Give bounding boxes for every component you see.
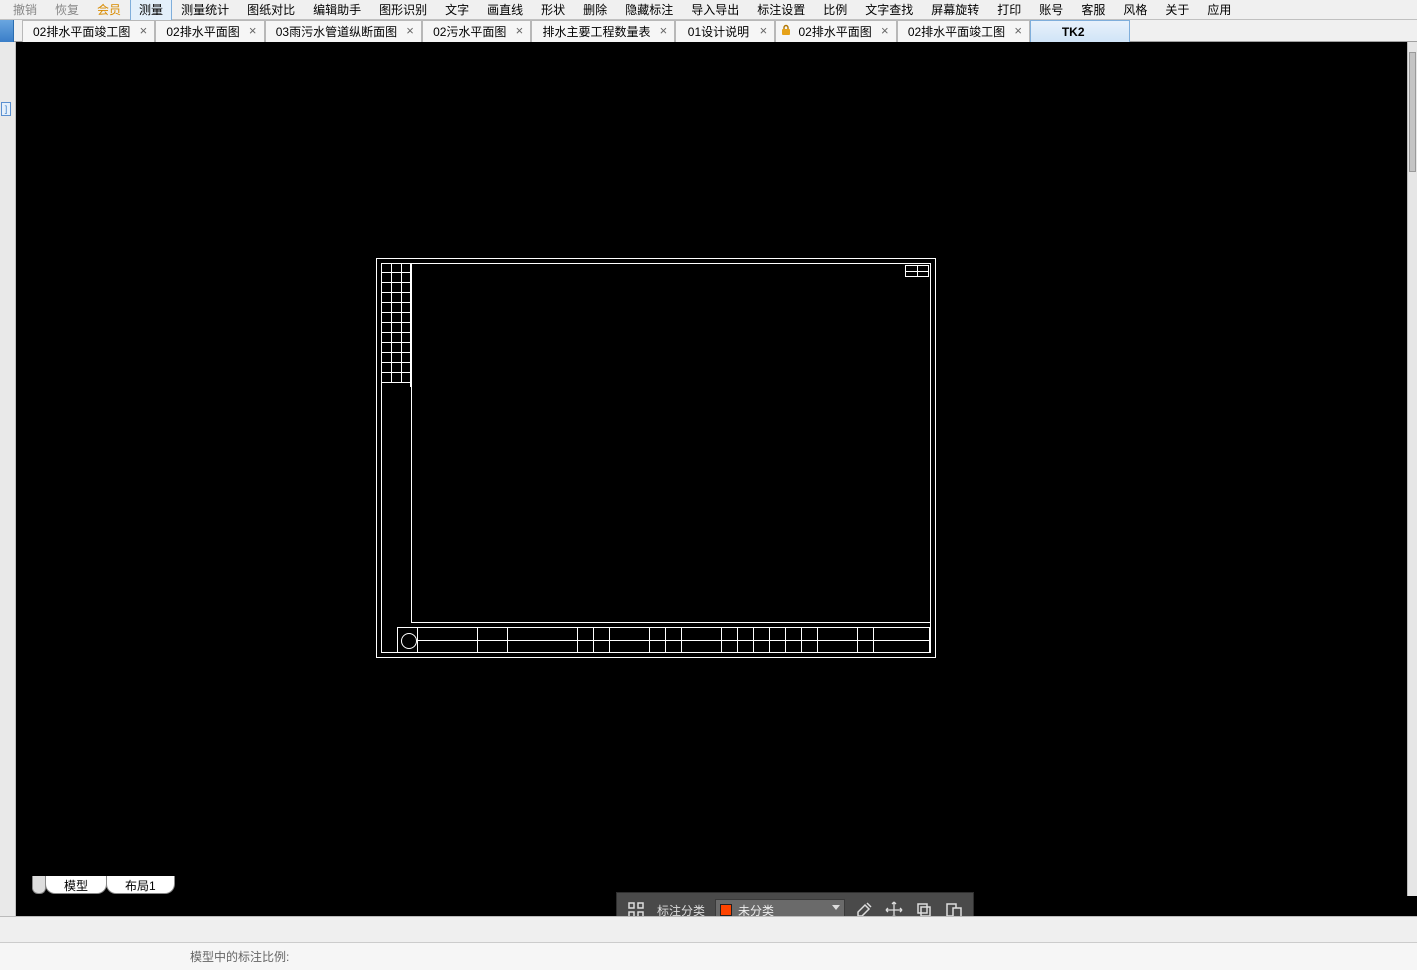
doc-tab-3[interactable]: 02污水平面图 ×	[422, 20, 531, 42]
menubar: 撤销 恢复 会员 测量 测量统计 图纸对比 编辑助手 图形识别 文字 画直线 形…	[0, 0, 1417, 20]
doc-tab-6[interactable]: 02排水平面图 ×	[775, 20, 896, 42]
menu-draw-line[interactable]: 画直线	[478, 0, 532, 21]
menu-print[interactable]: 打印	[988, 0, 1030, 21]
menu-compare[interactable]: 图纸对比	[238, 0, 304, 21]
doc-tab-label: 排水主要工程数量表	[542, 23, 650, 40]
doc-tab-label: 03雨污水管道纵断面图	[276, 23, 397, 40]
status-row	[0, 916, 1417, 942]
tab-layout1[interactable]: 布局1	[106, 876, 175, 894]
menu-account[interactable]: 账号	[1030, 0, 1072, 21]
doc-tab-label: TK2	[1062, 25, 1085, 39]
menu-rotate-screen[interactable]: 屏幕旋转	[922, 0, 988, 21]
menu-style[interactable]: 风格	[1114, 0, 1156, 21]
menu-scale[interactable]: 比例	[814, 0, 856, 21]
doc-tab-label: 02排水平面图	[798, 23, 871, 40]
space-tabs: 模型 布局1	[32, 876, 174, 894]
close-icon[interactable]: ×	[404, 25, 416, 37]
close-icon[interactable]: ×	[757, 25, 769, 37]
doc-tab-label: 02排水平面竣工图	[33, 23, 130, 40]
doc-tab-label: 02排水平面图	[166, 23, 239, 40]
lock-icon	[780, 24, 794, 38]
close-icon[interactable]: ×	[879, 25, 891, 37]
menu-redo[interactable]: 恢复	[46, 0, 88, 21]
menu-support[interactable]: 客服	[1072, 0, 1114, 21]
menu-measure-stats[interactable]: 测量统计	[172, 0, 238, 21]
menu-hide-annotation[interactable]: 隐藏标注	[616, 0, 682, 21]
menu-undo[interactable]: 撤销	[4, 0, 46, 21]
left-gutter: ]	[0, 42, 16, 950]
drawing-canvas[interactable]: 标注分类 未分类 模型 布局1	[16, 42, 1417, 950]
space-tabs-handle[interactable]	[32, 876, 46, 894]
menu-apps[interactable]: 应用	[1198, 0, 1240, 21]
category-color-swatch	[720, 904, 732, 916]
close-icon[interactable]: ×	[247, 25, 259, 37]
menu-import-export[interactable]: 导入导出	[682, 0, 748, 21]
menu-annotation-settings[interactable]: 标注设置	[748, 0, 814, 21]
doc-tab-2[interactable]: 03雨污水管道纵断面图 ×	[265, 20, 422, 42]
menu-vip[interactable]: 会员	[88, 0, 130, 21]
menu-delete[interactable]: 删除	[574, 0, 616, 21]
menu-edit-helper[interactable]: 编辑助手	[304, 0, 370, 21]
doc-tab-8[interactable]: TK2	[1030, 20, 1130, 42]
menu-text[interactable]: 文字	[436, 0, 478, 21]
chevron-down-icon	[832, 905, 840, 910]
menu-shape-recognition[interactable]: 图形识别	[370, 0, 436, 21]
stamp-icon	[401, 633, 417, 649]
tabbar-handle[interactable]	[0, 20, 14, 42]
menu-about[interactable]: 关于	[1156, 0, 1198, 21]
tab-model[interactable]: 模型	[45, 876, 107, 894]
doc-tab-4[interactable]: 排水主要工程数量表 ×	[531, 20, 675, 42]
doc-tab-label: 02污水平面图	[433, 23, 506, 40]
doc-tab-1[interactable]: 02排水平面图 ×	[155, 20, 264, 42]
drawing-frame	[376, 258, 936, 658]
workspace: ]	[0, 42, 1417, 950]
doc-tab-7[interactable]: 02排水平面竣工图 ×	[897, 20, 1030, 42]
document-tabs: 02排水平面竣工图×02排水平面图×03雨污水管道纵断面图×02污水平面图×排水…	[0, 20, 1417, 42]
panel-toggle[interactable]: ]	[1, 102, 11, 116]
close-icon[interactable]: ×	[657, 25, 669, 37]
doc-tab-5[interactable]: 01设计说明 ×	[675, 20, 775, 42]
footer: 模型中的标注比例:	[0, 942, 1417, 970]
menu-measure[interactable]: 测量	[130, 0, 172, 21]
doc-tab-0[interactable]: 02排水平面竣工图 ×	[22, 20, 155, 42]
title-block	[397, 627, 931, 653]
close-icon[interactable]: ×	[1012, 25, 1024, 37]
vertical-scrollbar[interactable]	[1407, 42, 1417, 896]
footer-hint: 模型中的标注比例:	[190, 948, 289, 965]
close-icon[interactable]: ×	[137, 25, 149, 37]
close-icon[interactable]: ×	[513, 25, 525, 37]
scrollbar-thumb[interactable]	[1409, 52, 1416, 172]
doc-tab-label: 01设计说明	[688, 23, 749, 40]
menu-shape[interactable]: 形状	[532, 0, 574, 21]
doc-tab-label: 02排水平面竣工图	[908, 23, 1005, 40]
menu-text-search[interactable]: 文字查找	[856, 0, 922, 21]
